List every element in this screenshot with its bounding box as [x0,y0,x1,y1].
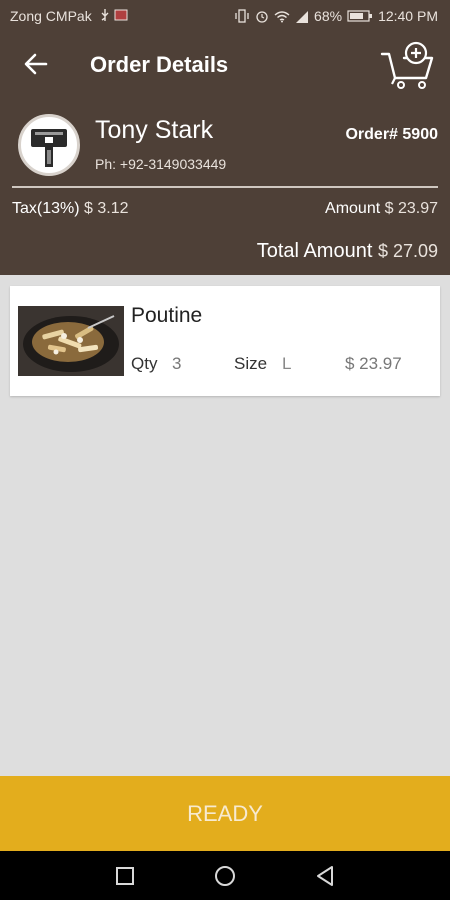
battery-icon [347,10,373,22]
qty-value: 3 [172,354,182,373]
order-number: Order# 5900 [345,126,438,143]
battery-percent: 68% [314,8,343,24]
vibrate-icon [235,9,249,23]
item-image [18,306,124,376]
back-nav-icon[interactable] [312,863,338,889]
hammer-icon [22,118,76,172]
page-title: Order Details [90,52,229,77]
item-name: Poutine [131,304,203,327]
status-left-icons [100,8,128,22]
tax-summary: Tax(13%) $ 3.12 [12,200,129,218]
recents-icon[interactable] [112,863,138,889]
status-right-icons: 68% 12:40 PM [234,8,438,24]
wifi-icon [274,10,290,22]
alarm-icon [256,11,268,23]
size-value: L [282,354,292,373]
header-divider [12,186,438,188]
tax-value: $ 3.12 [84,200,129,217]
customer-phone: Ph: +92-3149033449 [95,156,227,172]
tax-label: Tax(13%) [12,200,80,217]
home-icon[interactable] [212,863,238,889]
order-header: Order Details Tony Stark Ph: +92-3149033… [0,32,450,275]
usb-icon [101,9,109,21]
cart-add-icon[interactable] [380,40,436,90]
amount-label: Amount [325,200,381,217]
clock: 12:40 PM [378,8,438,24]
carrier-label: Zong CMPak [10,8,92,24]
sim-icon [114,9,128,21]
amount-value: $ 23.97 [384,200,438,217]
total-label: Total Amount [256,240,373,262]
customer-name: Tony Stark [95,116,214,144]
total-value: $ 27.09 [377,241,438,261]
arrow-left-icon[interactable] [22,50,50,78]
order-item-card[interactable]: Poutine Qty 3 Size L $ 23.97 [10,286,440,396]
total-summary: Total Amount $ 27.09 [257,240,438,263]
size-label: Size [234,354,268,373]
avatar [18,114,80,176]
status-bar: Zong CMPak 68% 12:40 PM [0,0,450,32]
item-price: $ 23.97 [345,354,402,373]
system-nav-bar [0,851,450,900]
amount-summary: Amount $ 23.97 [325,200,438,218]
qty-label: Qty [131,354,158,373]
ready-button[interactable]: READY [0,776,450,851]
signal-icon [296,10,309,23]
